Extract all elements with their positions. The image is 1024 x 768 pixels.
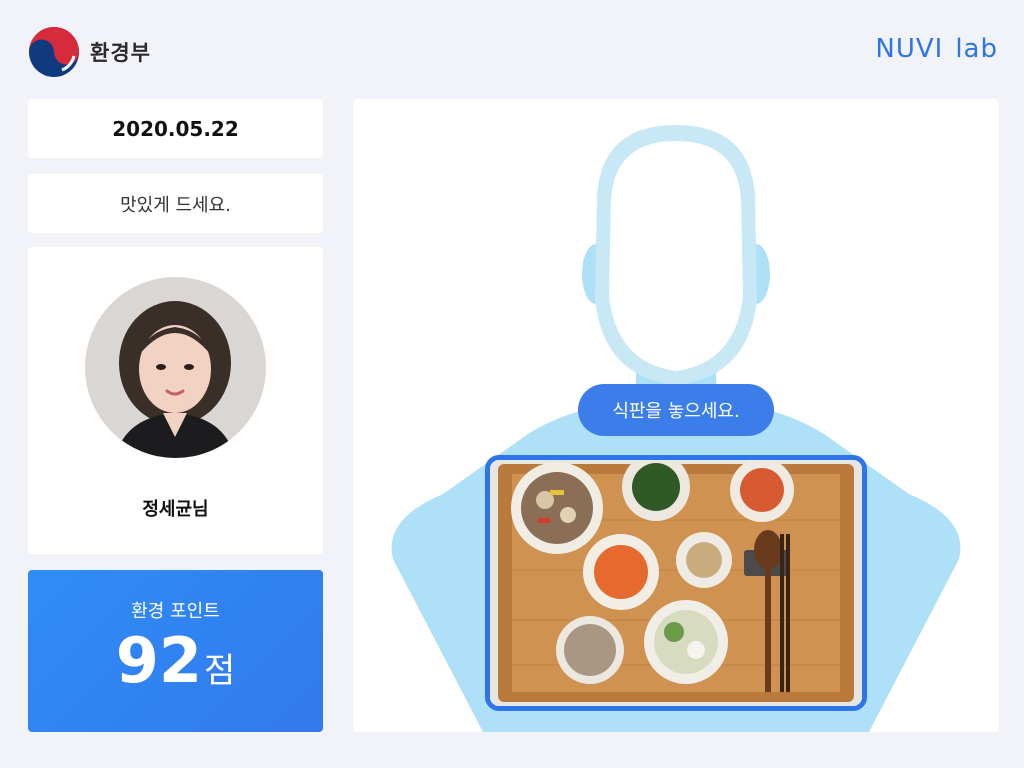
brand-name-part2: lab xyxy=(955,34,998,64)
place-tray-prompt: 식판을 놓으세요. xyxy=(578,384,774,436)
meal-tray-photo-icon xyxy=(490,460,862,706)
brand-logo: NUVI lab xyxy=(875,34,998,64)
greeting-card: 맛있게 드세요. xyxy=(28,174,323,233)
profile-card: 정세균님 xyxy=(28,247,323,554)
points-value: 92 xyxy=(115,624,202,697)
avatar xyxy=(85,277,266,458)
user-name: 정세균님 xyxy=(142,499,209,520)
greeting-text: 맛있게 드세요. xyxy=(120,194,231,216)
date-card: 2020.05.22 xyxy=(28,99,323,158)
user-photo-icon xyxy=(85,277,266,458)
points-row: 92 점 xyxy=(28,628,323,693)
ministry-logo: 환경부 xyxy=(28,26,151,78)
tray-detection-frame xyxy=(485,455,867,711)
brand-name-part1: NUVI xyxy=(875,34,944,64)
taegeuk-emblem-icon xyxy=(29,27,79,77)
points-unit: 점 xyxy=(204,651,236,691)
ministry-name: 환경부 xyxy=(90,41,151,65)
points-label: 환경 포인트 xyxy=(131,601,220,622)
points-card: 환경 포인트 92 점 xyxy=(28,570,323,732)
camera-panel: 식판을 놓으세요. xyxy=(353,99,999,732)
date-text: 2020.05.22 xyxy=(112,116,239,141)
